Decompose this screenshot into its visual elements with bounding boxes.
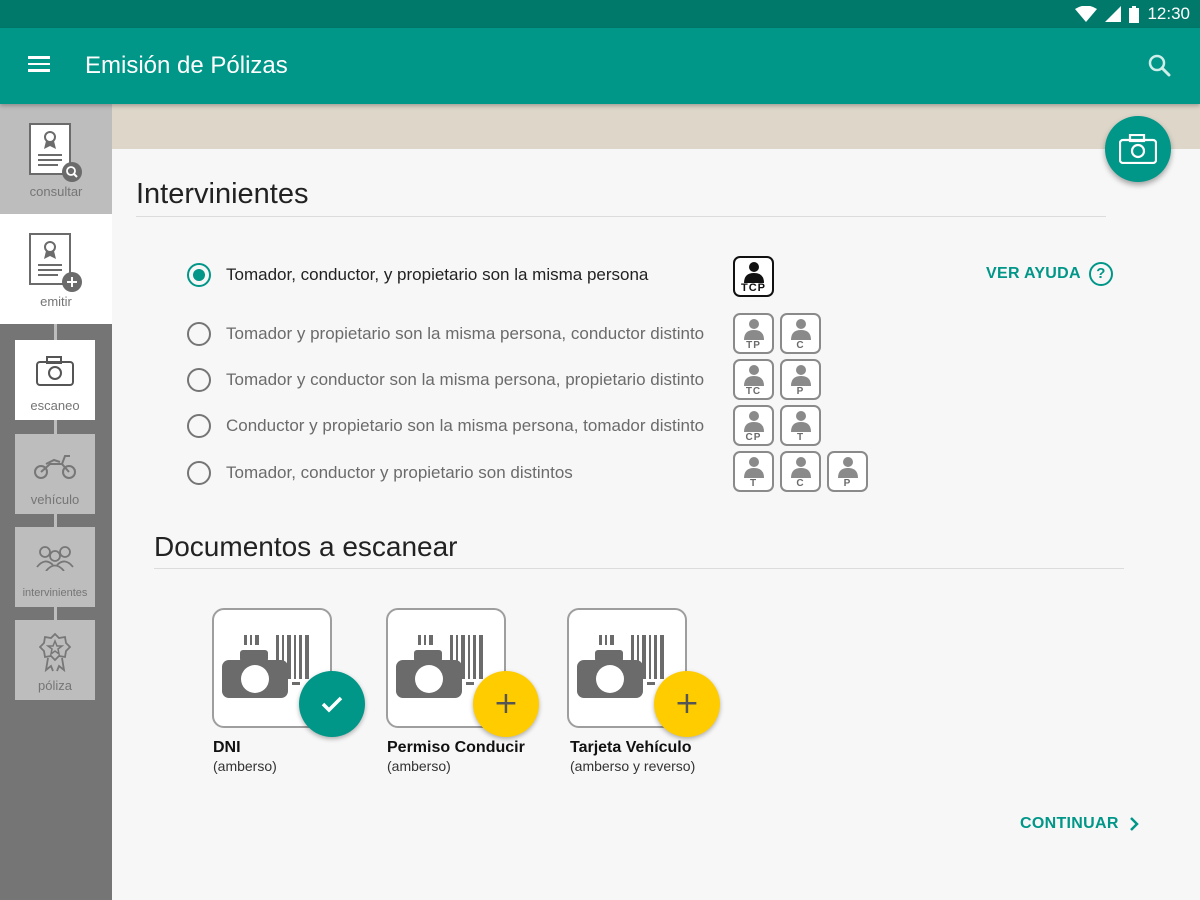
radio-button[interactable] xyxy=(187,461,211,485)
app-bar: Emisión de Pólizas xyxy=(0,28,1200,104)
radio-label: Conductor y propietario son la misma per… xyxy=(226,416,705,435)
sidebar-item-emitir[interactable]: emitir xyxy=(0,214,112,324)
interviniente-option[interactable]: Conductor y propietario son la misma per… xyxy=(187,411,704,441)
persona-icon: T xyxy=(733,451,774,492)
document-subtitle: (amberso y reverso) xyxy=(570,758,696,774)
radio-button[interactable] xyxy=(187,414,211,438)
continue-label: CONTINUAR xyxy=(1020,815,1119,832)
battery-icon xyxy=(1129,5,1140,23)
rosette-icon xyxy=(39,632,71,672)
persona-icon: TC xyxy=(733,359,774,400)
persona-tag: P xyxy=(796,386,805,397)
persona-icon: TP xyxy=(733,313,774,354)
continue-button[interactable]: CONTINUAR xyxy=(1020,815,1139,833)
radio-label: Tomador, conductor, y propietario son la… xyxy=(226,265,649,284)
sidebar-item-escaneo[interactable]: escaneo xyxy=(15,340,95,420)
signal-icon xyxy=(1105,6,1122,22)
persona-tag: TC xyxy=(745,386,762,397)
sidebar-label: emitir xyxy=(40,294,72,309)
chevron-right-icon xyxy=(1129,817,1139,831)
camera-fab[interactable] xyxy=(1105,116,1171,182)
interviniente-option[interactable]: Tomador y conductor son la misma persona… xyxy=(187,365,704,395)
interviniente-option[interactable]: Tomador, conductor, y propietario son la… xyxy=(187,260,648,290)
motorcycle-icon xyxy=(34,455,76,479)
camera-icon xyxy=(36,356,74,386)
main-content: Intervinientes VER AYUDA ? Tomador, cond… xyxy=(112,149,1200,900)
sidebar-label: póliza xyxy=(38,678,72,693)
persona-icon: C xyxy=(780,451,821,492)
sidebar-item-intervinientes[interactable]: intervinientes xyxy=(15,527,95,607)
document-search-icon xyxy=(29,123,82,182)
plus-icon: + xyxy=(674,686,700,721)
persona-tag: CP xyxy=(745,432,762,443)
hamburger-icon[interactable] xyxy=(28,52,58,80)
radio-button[interactable] xyxy=(187,322,211,346)
persona-icon: P xyxy=(827,451,868,492)
persona-tag: P xyxy=(843,478,852,489)
document-add-badge[interactable]: + xyxy=(473,671,539,737)
camera-icon xyxy=(1119,134,1157,164)
persona-tag: T xyxy=(796,432,805,443)
document-subtitle: (amberso) xyxy=(213,758,277,774)
radio-label: Tomador y conductor son la misma persona… xyxy=(226,370,705,389)
sidebar-label: intervinientes xyxy=(22,587,88,599)
check-icon xyxy=(321,696,343,713)
document-add-badge[interactable]: + xyxy=(654,671,720,737)
search-icon[interactable] xyxy=(1146,52,1174,80)
status-icons: 12:30 xyxy=(1075,0,1190,28)
persona-icon: TCP xyxy=(733,256,774,297)
document-name: Tarjeta Vehículo xyxy=(570,739,692,756)
persona-tag: C xyxy=(796,340,805,351)
interviniente-option[interactable]: Tomador, conductor y propietario son dis… xyxy=(187,458,573,488)
persona-icon: T xyxy=(780,405,821,446)
ver-ayuda-link[interactable]: VER AYUDA ? xyxy=(986,262,1113,286)
document-add-icon xyxy=(29,233,82,292)
persona-tag: TCP xyxy=(741,282,766,294)
sidebar: consultar emitir escaneo vehículo interv… xyxy=(0,104,112,900)
header-strip xyxy=(112,104,1200,149)
document-name: Permiso Conducir xyxy=(387,739,525,756)
interviniente-option[interactable]: Tomador y propietario son la misma perso… xyxy=(187,319,704,349)
intervinientes-title: Intervinientes xyxy=(136,178,309,210)
section-divider xyxy=(154,568,1124,569)
ver-ayuda-label: VER AYUDA xyxy=(986,265,1081,282)
document-name: DNI xyxy=(213,739,241,756)
sidebar-connector xyxy=(54,420,57,434)
sidebar-connector xyxy=(54,324,57,340)
plus-icon: + xyxy=(493,686,519,721)
sidebar-label: consultar xyxy=(29,184,83,199)
people-icon xyxy=(36,546,74,571)
status-bar: 12:30 xyxy=(0,0,1200,28)
document-subtitle: (amberso) xyxy=(387,758,451,774)
persona-icon: P xyxy=(780,359,821,400)
wifi-icon xyxy=(1075,6,1098,22)
persona-icon: CP xyxy=(733,405,774,446)
radio-label: Tomador, conductor y propietario son dis… xyxy=(226,463,573,482)
radio-label: Tomador y propietario son la misma perso… xyxy=(226,324,705,343)
section-divider xyxy=(136,216,1106,217)
persona-tag: C xyxy=(796,478,805,489)
sidebar-label: vehículo xyxy=(30,492,80,507)
app-title: Emisión de Pólizas xyxy=(85,52,288,79)
document-done-badge[interactable] xyxy=(299,671,365,737)
documentos-title: Documentos a escanear xyxy=(154,531,458,562)
persona-tag: TP xyxy=(746,340,761,351)
help-icon: ? xyxy=(1088,262,1113,286)
status-time: 12:30 xyxy=(1147,4,1190,23)
sidebar-connector xyxy=(54,513,57,527)
persona-tag: T xyxy=(749,478,758,489)
sidebar-connector xyxy=(54,606,57,620)
sidebar-item-poliza[interactable]: póliza xyxy=(15,620,95,700)
radio-button[interactable] xyxy=(187,368,211,392)
sidebar-item-consultar[interactable]: consultar xyxy=(0,104,112,214)
sidebar-label: escaneo xyxy=(30,398,80,413)
persona-icon: C xyxy=(780,313,821,354)
sidebar-item-vehiculo[interactable]: vehículo xyxy=(15,434,95,514)
radio-button[interactable] xyxy=(187,263,211,287)
